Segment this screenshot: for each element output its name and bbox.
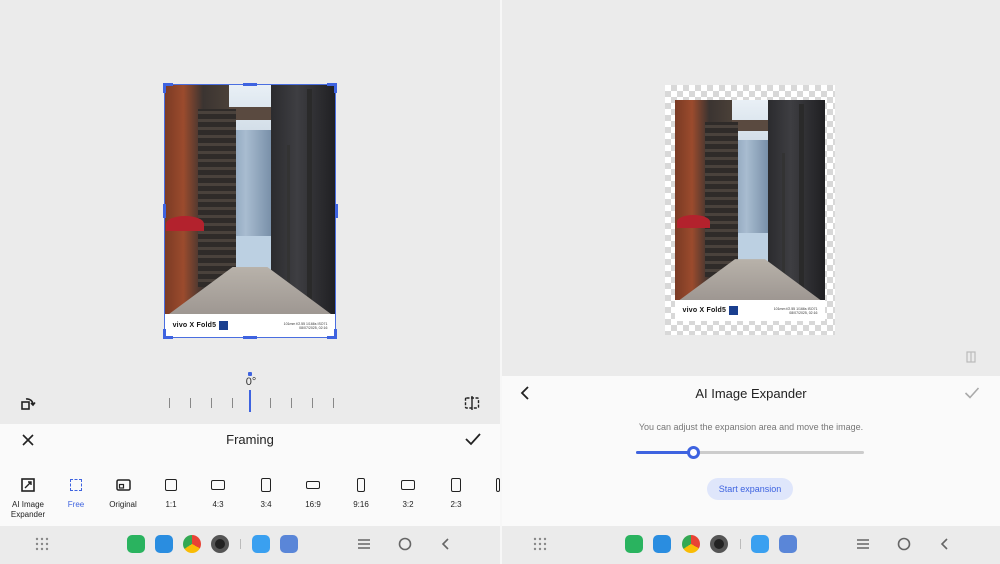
ratio-ai-image-expander[interactable]: AI Image Expander (4, 476, 52, 520)
ratio-label: Original (109, 500, 137, 509)
app-drawer-icon[interactable] (532, 536, 548, 552)
back-icon[interactable] (438, 536, 454, 552)
ratio-3-2-icon (401, 480, 415, 490)
notes-icon[interactable] (779, 535, 797, 553)
ratio-more-partial[interactable] (476, 476, 500, 494)
ratio-1-1-icon (165, 479, 177, 491)
crop-handle-right[interactable] (335, 204, 338, 218)
ratio-3-4[interactable]: 3:4 (242, 476, 290, 510)
photo-preview[interactable]: vivo X Fold5 101mm f/2.55 1/166s ISO71 08… (164, 84, 336, 338)
crop-handle-top[interactable] (243, 83, 257, 86)
compare-icon[interactable] (966, 351, 976, 363)
expander-photo-preview[interactable]: vivo X Fold5 101mm f/2.55 1/166s ISO71 08… (675, 100, 825, 321)
start-expansion-button[interactable]: Start expansion (707, 478, 793, 500)
photo-exif: 101mm f/2.55 1/166s ISO71 08/07/2025, 02:… (283, 321, 328, 330)
ratio-label: 2:3 (450, 500, 462, 509)
ratio-16-9[interactable]: 16:9 (289, 476, 337, 510)
crop-handle-left[interactable] (163, 204, 166, 218)
ratio-4-3-icon (211, 480, 225, 490)
ratio-label: 16:9 (305, 500, 321, 509)
crop-handle-bottom-left[interactable] (163, 329, 173, 339)
ratio-9-16-icon (357, 478, 365, 492)
slider-fill (636, 451, 693, 454)
photo-exif: 101mm f/2.55 1/166s ISO71 08/07/2025, 02:… (773, 306, 818, 315)
home-icon[interactable] (397, 536, 413, 552)
chrome-icon[interactable] (682, 535, 700, 553)
panel-title: Framing (226, 432, 274, 447)
rotation-ruler-marker (249, 390, 251, 412)
ratio-original[interactable]: Original (99, 476, 147, 510)
zeiss-logo (729, 306, 739, 315)
photo-brand-label: vivo X Fold5 (682, 307, 727, 314)
camera-icon[interactable] (710, 535, 728, 553)
expander-title: AI Image Expander (695, 386, 807, 401)
ratio-label: Free (67, 500, 85, 509)
ratio-4-3[interactable]: 4:3 (194, 476, 242, 510)
ratio-label: 3:2 (402, 500, 414, 509)
crop-handle-top-right[interactable] (327, 83, 337, 93)
messages-icon[interactable] (653, 535, 671, 553)
ratio-label: 4:3 (212, 500, 224, 509)
crop-handle-top-left[interactable] (163, 83, 173, 93)
menu-icon[interactable] (855, 536, 871, 552)
free-crop-icon (70, 479, 82, 491)
ratio-2-3[interactable]: 2:3 (432, 476, 480, 510)
crop-handle-bottom[interactable] (243, 336, 257, 339)
rotation-readout: 0° (245, 376, 257, 388)
expansion-slider[interactable] (636, 446, 864, 459)
ratio-9-16[interactable]: 9:16 (337, 476, 385, 510)
slider-thumb[interactable] (687, 446, 700, 459)
photo-watermark-strip: vivo X Fold5 101mm f/2.55 1/166s ISO71 08… (164, 313, 336, 338)
expander-hint: You can adjust the expansion area and mo… (638, 422, 864, 432)
rotation-indicator-dot (248, 372, 252, 376)
home-icon[interactable] (896, 536, 912, 552)
ratio-label: 1:1 (165, 500, 177, 509)
confirm-check-icon[interactable] (464, 431, 482, 447)
photo-watermark-strip: vivo X Fold5 101mm f/2.55 1/166s ISO71 08… (675, 300, 825, 321)
taskbar-left (0, 526, 500, 564)
chrome-icon[interactable] (183, 535, 201, 553)
zeiss-logo (219, 321, 229, 331)
phone-icon[interactable] (127, 535, 145, 553)
ai-expand-icon (21, 478, 35, 492)
gallery-icon[interactable] (751, 535, 769, 553)
messages-icon[interactable] (155, 535, 173, 553)
ratio-free[interactable]: Free (52, 476, 100, 510)
ratio-label: 9:16 (353, 500, 369, 509)
ratio-label: 3:4 (260, 500, 272, 509)
notes-icon[interactable] (280, 535, 298, 553)
ratio-3-2[interactable]: 3:2 (384, 476, 432, 510)
crop-handle-bottom-right[interactable] (327, 329, 337, 339)
photo-brand-label: vivo X Fold5 (172, 322, 217, 330)
taskbar-right (502, 526, 1000, 564)
menu-icon[interactable] (356, 536, 372, 552)
app-drawer-icon[interactable] (34, 536, 50, 552)
original-ratio-icon (115, 479, 131, 491)
ratio-2-3-icon (451, 478, 461, 492)
ratio-16-9-icon (306, 481, 320, 489)
rotate-icon[interactable] (20, 395, 36, 411)
ratio-label: AI Image Expander (10, 500, 46, 519)
back-icon[interactable] (937, 536, 953, 552)
rotation-ruler[interactable] (168, 396, 338, 410)
ratio-1-1[interactable]: 1:1 (147, 476, 195, 510)
mirror-icon[interactable] (464, 395, 480, 411)
gallery-icon[interactable] (252, 535, 270, 553)
confirm-check-icon[interactable] (964, 386, 980, 400)
camera-icon[interactable] (211, 535, 229, 553)
ratio-3-4-icon (261, 478, 271, 492)
phone-icon[interactable] (625, 535, 643, 553)
